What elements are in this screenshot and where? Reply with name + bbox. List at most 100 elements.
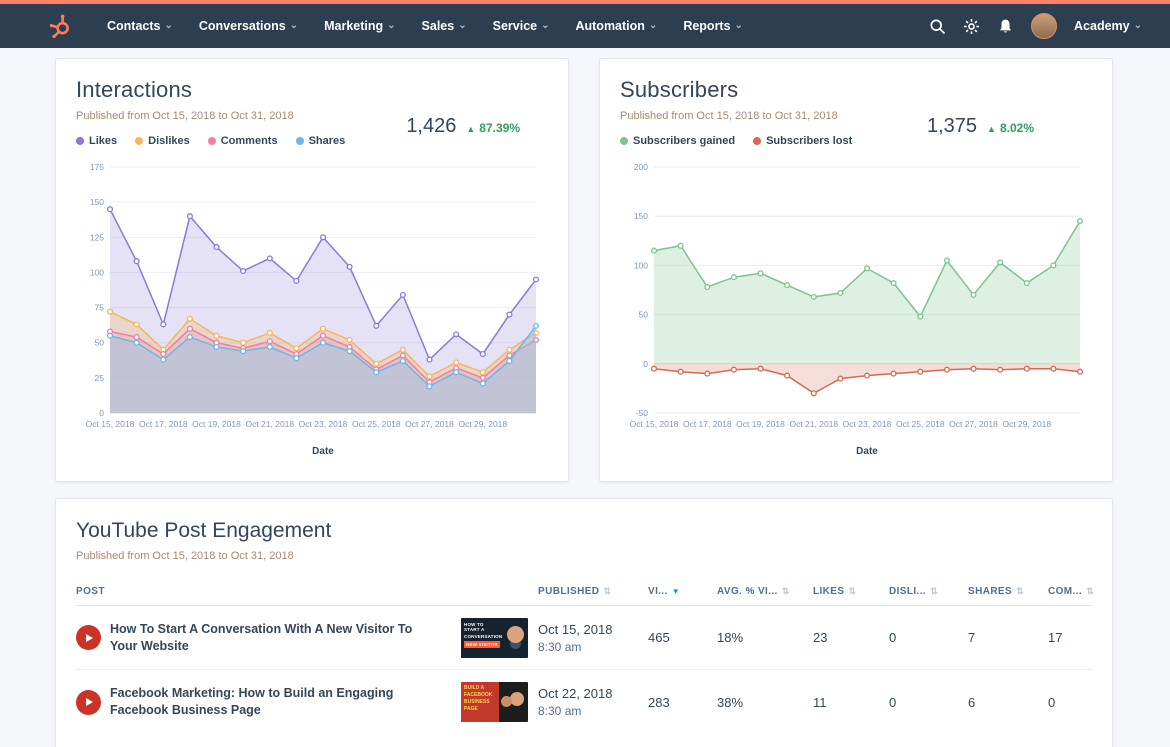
legend-item[interactable]: Subscribers lost xyxy=(753,135,852,147)
search-icon[interactable] xyxy=(929,18,946,35)
academy-menu[interactable]: Academy ⌄ xyxy=(1074,19,1142,33)
avg-viewed-cell: 38% xyxy=(717,694,744,710)
svg-text:Oct 19, 2018: Oct 19, 2018 xyxy=(192,419,241,429)
col-likes[interactable]: LIKES ⇅ xyxy=(813,586,889,597)
nav-item-conversations[interactable]: Conversations ⌄ xyxy=(186,19,311,33)
nav-label: Marketing xyxy=(324,19,384,33)
col-shares[interactable]: SHARES ⇅ xyxy=(968,586,1048,597)
notifications-bell-icon[interactable] xyxy=(997,18,1014,35)
table-header-row: POST PUBLISHED ⇅ VI... ▼ AVG. % VI... ⇅ LIK… xyxy=(76,578,1094,606)
subscribers-delta-value: 8.02% xyxy=(999,121,1034,135)
nav-item-marketing[interactable]: Marketing ⌄ xyxy=(311,19,408,33)
col-comments[interactable]: COM... ⇅ xyxy=(1048,586,1094,597)
svg-text:0: 0 xyxy=(643,359,648,369)
legend-label: Dislikes xyxy=(148,135,190,147)
svg-text:50: 50 xyxy=(639,310,649,320)
svg-text:Oct 19, 2018: Oct 19, 2018 xyxy=(736,419,785,429)
likes-cell: 11 xyxy=(813,694,827,710)
svg-text:Oct 29, 2018: Oct 29, 2018 xyxy=(1002,419,1051,429)
post-cell: How To Start A Conversation With A New V… xyxy=(76,617,538,658)
legend-dot-icon xyxy=(753,137,762,145)
views-cell: 283 xyxy=(648,694,670,710)
thumb-text: FACEBOOK xyxy=(464,692,493,698)
col-published[interactable]: PUBLISHED ⇅ xyxy=(538,586,648,597)
post-link[interactable]: Facebook Marketing: How to Build an Enga… xyxy=(110,685,415,719)
chevron-down-icon: ⌄ xyxy=(164,20,173,31)
video-thumbnail[interactable]: HOW TO START A CONVERSATION NEW VISITOR xyxy=(461,617,528,658)
sort-icon: ⇅ xyxy=(781,586,790,596)
svg-text:50: 50 xyxy=(95,338,105,348)
svg-text:Oct 23, 2018: Oct 23, 2018 xyxy=(843,419,892,429)
published-cell: Oct 15, 2018 8:30 am xyxy=(538,621,613,654)
svg-text:Oct 15, 2018: Oct 15, 2018 xyxy=(86,419,135,429)
svg-text:Date: Date xyxy=(312,446,334,457)
shares-cell: 6 xyxy=(968,694,976,710)
youtube-icon xyxy=(76,689,101,715)
legend-dot-icon xyxy=(620,137,628,145)
nav-item-reports[interactable]: Reports ⌄ xyxy=(670,19,756,33)
reports-dashboard: Interactions Published from Oct 15, 2018… xyxy=(0,48,1170,747)
nav-item-contacts[interactable]: Contacts ⌄ xyxy=(94,19,186,33)
legend-item[interactable]: Subscribers gained xyxy=(620,135,735,147)
chevron-down-icon: ⌄ xyxy=(289,20,299,31)
svg-text:Oct 25, 2018: Oct 25, 2018 xyxy=(352,419,401,429)
svg-text:175: 175 xyxy=(90,162,104,172)
delta-up-icon: ▲ xyxy=(466,124,476,134)
academy-label: Academy xyxy=(1074,19,1130,33)
sort-icon: ⇅ xyxy=(1016,586,1025,596)
col-views[interactable]: VI... ▼ xyxy=(648,586,717,597)
subscribers-card: Subscribers Published from Oct 15, 2018 … xyxy=(599,58,1113,482)
col-dislikes[interactable]: DISLI... ⇅ xyxy=(889,586,968,597)
engagement-date-range: Published from Oct 15, 2018 to Oct 31, 2… xyxy=(76,550,294,562)
post-link[interactable]: How To Start A Conversation With A New V… xyxy=(110,621,415,655)
legend-item[interactable]: Dislikes xyxy=(135,135,190,147)
table-row: How To Start A Conversation With A New V… xyxy=(76,606,1092,670)
svg-text:200: 200 xyxy=(634,162,648,172)
nav-label: Automation xyxy=(575,19,645,33)
thumbnail-face xyxy=(507,625,524,643)
nav-label: Conversations xyxy=(198,19,286,33)
interactions-delta: ▲ 87.39% xyxy=(466,121,520,135)
nav-item-automation[interactable]: Automation ⌄ xyxy=(562,19,670,33)
svg-text:150: 150 xyxy=(634,211,648,221)
legend-label: Likes xyxy=(89,135,118,147)
legend-dot-icon xyxy=(207,137,216,145)
svg-text:-50: -50 xyxy=(636,408,649,418)
sort-icon: ⇅ xyxy=(848,586,857,596)
svg-text:Oct 27, 2018: Oct 27, 2018 xyxy=(405,419,454,429)
col-avg-viewed[interactable]: AVG. % VI... ⇅ xyxy=(717,586,813,597)
nav-item-service[interactable]: Service ⌄ xyxy=(480,19,563,33)
subscribers-total: 1,375 xyxy=(926,115,978,137)
avg-viewed-cell: 18% xyxy=(717,630,744,645)
table-row: Facebook Marketing: How to Build an Enga… xyxy=(76,670,1092,734)
nav-label: Sales xyxy=(421,19,455,33)
chevron-down-icon: ⌄ xyxy=(648,20,658,31)
legend-item[interactable]: Shares xyxy=(295,135,345,147)
thumb-text: PAGE xyxy=(464,706,478,712)
video-thumbnail[interactable]: BUILD A FACEBOOK BUSINESS PAGE xyxy=(461,682,528,722)
views-cell: 465 xyxy=(648,630,670,645)
engagement-title: YouTube Post Engagement xyxy=(76,519,332,542)
chevron-down-icon: ⌄ xyxy=(541,20,550,31)
thumb-text: CONVERSATION xyxy=(464,633,503,639)
svg-text:Oct 15, 2018: Oct 15, 2018 xyxy=(630,419,679,429)
thumb-badge: NEW VISITOR xyxy=(464,640,500,648)
nav-item-sales[interactable]: Sales ⌄ xyxy=(409,19,480,33)
legend-item[interactable]: Likes xyxy=(76,135,117,147)
legend-dot-icon xyxy=(295,137,304,145)
chevron-down-icon: ⌄ xyxy=(458,20,467,31)
thumbnail-face xyxy=(510,692,524,706)
legend-label: Subscribers gained xyxy=(633,135,736,147)
engagement-table: POST PUBLISHED ⇅ VI... ▼ AVG. % VI... ⇅ LIK… xyxy=(76,578,1094,734)
user-avatar[interactable] xyxy=(1031,13,1058,39)
svg-text:75: 75 xyxy=(95,303,105,313)
legend-item[interactable]: Comments xyxy=(207,135,278,147)
svg-text:100: 100 xyxy=(634,260,648,270)
svg-text:Oct 17, 2018: Oct 17, 2018 xyxy=(683,419,732,429)
svg-text:Oct 21, 2018: Oct 21, 2018 xyxy=(245,419,294,429)
subscribers-metric: 1,375 ▲ 8.02% xyxy=(927,115,1034,138)
settings-gear-icon[interactable] xyxy=(963,18,980,35)
comments-cell: 17 xyxy=(1048,630,1063,645)
top-navbar: Contacts ⌄ Conversations ⌄ Marketing ⌄ Sale… xyxy=(0,4,1170,48)
hubspot-logo-icon[interactable] xyxy=(48,13,74,39)
